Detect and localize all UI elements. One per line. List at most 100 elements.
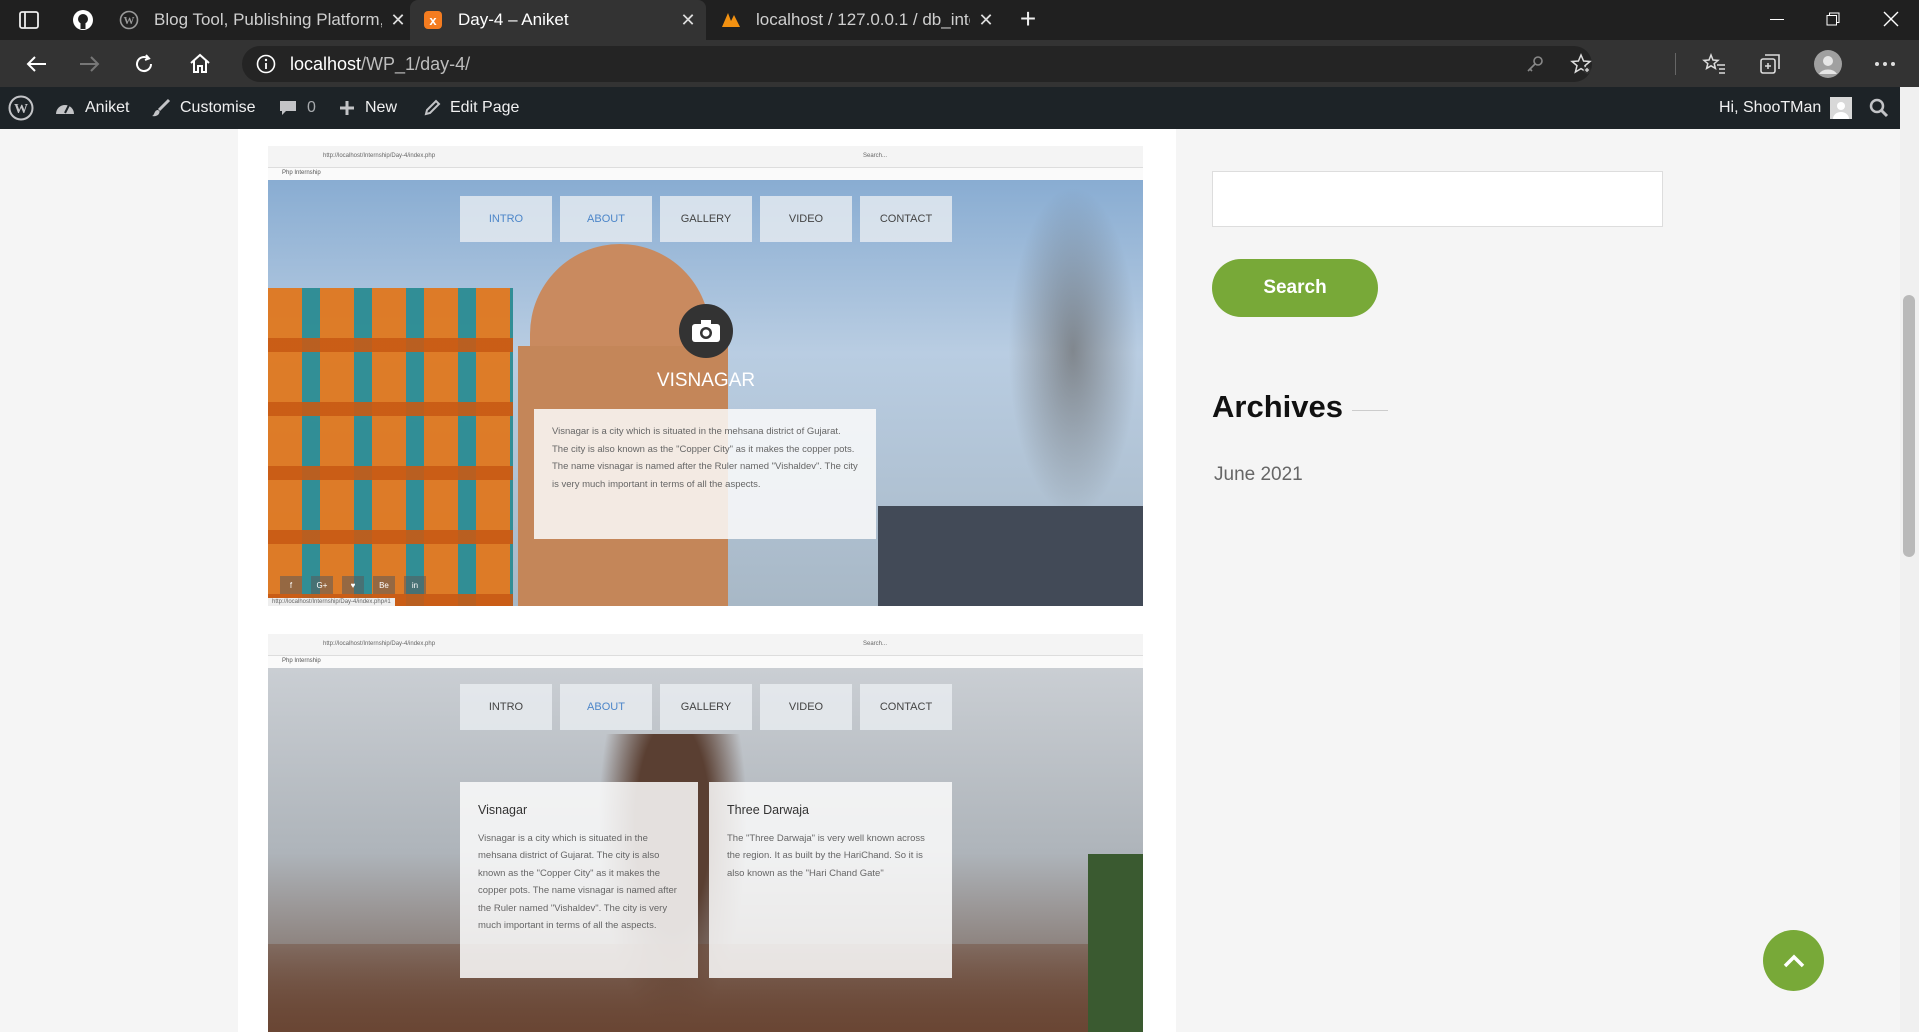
tab-day4[interactable]: x Day-4 – Aniket ✕: [410, 0, 706, 40]
tab-label: Blog Tool, Publishing Platform, and CMS: [154, 10, 382, 29]
edit-page-link[interactable]: Edit Page: [423, 87, 519, 129]
profile-avatar[interactable]: [1812, 48, 1844, 80]
mini-search: Search...: [863, 641, 888, 647]
mini-tab-label: Php Internship: [282, 170, 321, 176]
url-host: localhost: [290, 54, 362, 74]
site-name: Aniket: [85, 99, 130, 116]
add-favorite-icon[interactable]: [1570, 53, 1592, 75]
scrollbar-thumb[interactable]: [1903, 295, 1915, 557]
more-options-icon[interactable]: [1871, 50, 1899, 78]
archives-heading: Archives: [1212, 389, 1343, 424]
close-window-icon[interactable]: [1882, 10, 1900, 28]
collections-icon[interactable]: [1756, 50, 1784, 78]
new-tab-icon[interactable]: +: [1016, 5, 1040, 33]
wordpress-logo-icon[interactable]: W: [8, 87, 34, 129]
home-icon[interactable]: [186, 50, 214, 78]
site-info-icon[interactable]: [256, 54, 276, 74]
card-title: Visnagar: [478, 803, 528, 817]
search-button[interactable]: Search: [1212, 259, 1378, 317]
comment-icon: [278, 98, 298, 118]
refresh-icon[interactable]: [130, 50, 158, 78]
mini-tab: Php Internship: [268, 168, 1143, 180]
user-avatar: [1830, 97, 1853, 119]
hero-heading: VISNAGAR: [656, 370, 756, 391]
menu-contact: CONTACT: [860, 196, 952, 242]
info-card-three-darwaja: Three Darwaja The "Three Darwaja" is ver…: [709, 782, 952, 978]
close-icon[interactable]: ✕: [976, 10, 996, 31]
mini-status-url: http://localhost/Internship/Day-4/index.…: [268, 598, 395, 606]
new-content-link[interactable]: New: [338, 87, 397, 129]
tab-phpmyadmin[interactable]: localhost / 127.0.0.1 / db_internship ✕: [720, 0, 996, 40]
menu-video: VIDEO: [760, 196, 852, 242]
svg-text:x: x: [429, 13, 437, 28]
mini-url: http://localhost/Internship/Day-4/index.…: [323, 153, 436, 159]
favorites-icon[interactable]: [1700, 50, 1728, 78]
camera-icon: [679, 304, 733, 358]
forward-icon[interactable]: [76, 50, 104, 78]
linkedin-icon: in: [404, 576, 426, 594]
menu-gallery: GALLERY: [660, 684, 752, 730]
card-text: The "Three Darwaja" is very well known a…: [727, 832, 925, 879]
tab-wordpress[interactable]: W Blog Tool, Publishing Platform, and CM…: [118, 0, 408, 40]
building-stripes: [268, 288, 513, 606]
scroll-to-top-button[interactable]: [1763, 930, 1824, 991]
behance-icon: Be: [373, 576, 395, 594]
phpmyadmin-icon: [720, 9, 742, 31]
comments-count: 0: [307, 99, 316, 116]
twitter-icon: ♥: [342, 576, 364, 594]
content-image-2: http://localhost/Internship/Day-4/index.…: [268, 634, 1143, 1032]
customise-label: Customise: [180, 99, 256, 116]
greeting: Hi, ShooTMan: [1719, 99, 1822, 116]
customise-link[interactable]: Customise: [151, 87, 256, 129]
key-icon[interactable]: [1525, 54, 1545, 74]
chevron-up-icon: [1783, 954, 1804, 967]
my-account-link[interactable]: Hi, ShooTMan: [1719, 87, 1853, 129]
menu-about: ABOUT: [560, 684, 652, 730]
mini-search: Search...: [863, 153, 888, 159]
back-icon[interactable]: [22, 50, 50, 78]
card-title: Three Darwaja: [727, 803, 809, 817]
card-text: Visnagar is a city which is situated in …: [478, 832, 677, 932]
address-bar[interactable]: localhost/WP_1/day-4/: [242, 46, 1592, 82]
dashboard-icon: [54, 98, 76, 118]
tree: [1008, 186, 1138, 516]
svg-text:W: W: [14, 102, 28, 117]
edit-page-label: Edit Page: [450, 99, 520, 116]
svg-text:W: W: [124, 15, 135, 27]
wordpress-icon: W: [118, 9, 140, 31]
hero-text-card: Visnagar is a city which is situated in …: [534, 409, 876, 539]
tab-label: Day-4 – Aniket: [458, 10, 569, 29]
brush-icon: [151, 98, 171, 118]
info-card-visnagar: Visnagar Visnagar is a city which is sit…: [460, 782, 698, 978]
tab-actions-icon[interactable]: [18, 10, 40, 30]
site-name-link[interactable]: Aniket: [54, 87, 129, 129]
close-icon[interactable]: ✕: [678, 10, 698, 31]
github-icon[interactable]: [72, 9, 94, 31]
building-right: [878, 506, 1143, 606]
search-input[interactable]: [1212, 171, 1663, 227]
close-icon[interactable]: ✕: [388, 10, 408, 31]
social-icons: f G+ ♥ Be in: [280, 576, 426, 594]
menu-intro: INTRO: [460, 196, 552, 242]
restore-icon[interactable]: [1826, 12, 1840, 26]
toolbar-divider: [1675, 53, 1676, 75]
xampp-icon: x: [422, 9, 444, 31]
heading-divider: [1352, 410, 1388, 411]
wp-admin-bar: W Aniket Customise 0 New Edit Page Hi, S…: [0, 87, 1919, 129]
archive-link-june-2021[interactable]: June 2021: [1214, 464, 1303, 486]
menu-about: ABOUT: [560, 196, 652, 242]
search-icon[interactable]: [1869, 87, 1889, 129]
page-scrollbar[interactable]: [1900, 87, 1919, 1032]
minimize-icon[interactable]: [1770, 19, 1784, 20]
google-plus-icon: G+: [311, 576, 333, 594]
plus-icon: [338, 99, 356, 117]
url-path: /WP_1/day-4/: [361, 54, 471, 74]
new-label: New: [365, 99, 398, 116]
menu-gallery: GALLERY: [660, 196, 752, 242]
page-viewport: http://localhost/Internship/Day-4/index.…: [0, 129, 1900, 1032]
comments-link[interactable]: 0: [278, 87, 316, 129]
content-image-1: http://localhost/Internship/Day-4/index.…: [268, 146, 1143, 606]
facebook-icon: f: [280, 576, 302, 594]
tree-right: [1088, 854, 1143, 1032]
mini-tab-label: Php Internship: [282, 658, 321, 664]
